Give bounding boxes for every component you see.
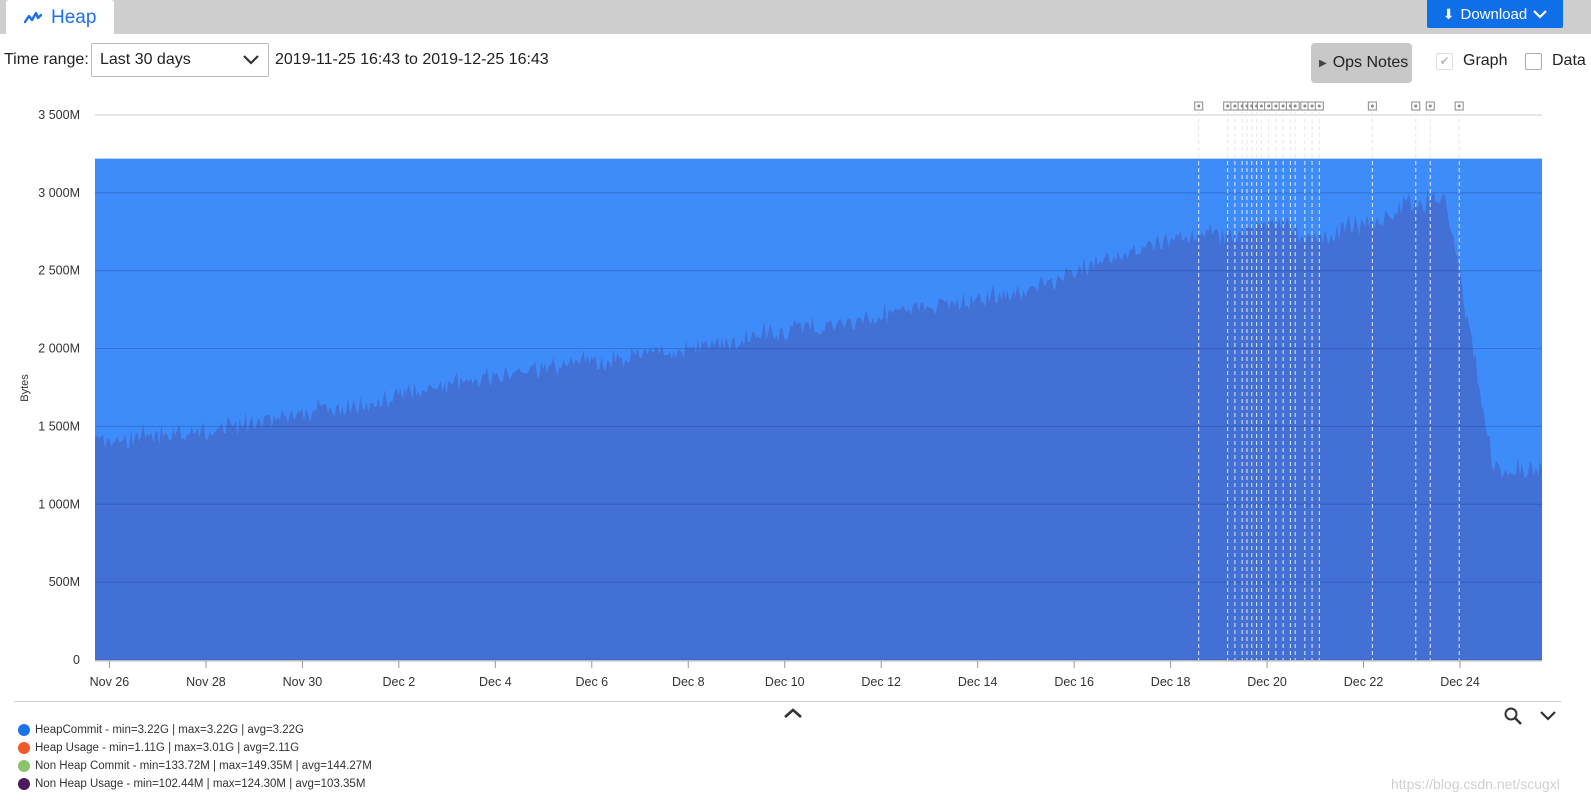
time-range-value: Last 30 days [100,51,191,68]
heap-chart[interactable]: 0 500M 1 000M 1 500M 2 000M 2 500M 3 000M 3 500… [0,92,1591,700]
tab-heap[interactable]: Heap [6,0,114,36]
x-tick-label: Dec 10 [765,675,805,689]
y-axis-label: Bytes [19,374,31,402]
legend-dot [18,742,30,754]
ops-note-dot [1226,104,1230,108]
ops-note-dot [1267,104,1271,108]
legend-dot [18,778,30,790]
graph-toggle[interactable]: ✔ Graph [1436,52,1507,70]
ops-note-dot [1414,104,1418,108]
legend-label: Non Heap Commit - min=133.72M | max=149.… [35,760,372,772]
x-tick-label: Dec 6 [575,675,608,689]
activity-icon [24,11,42,24]
ops-note-dot [1274,104,1278,108]
x-tick-label: Nov 26 [90,675,130,689]
legend-item[interactable]: Non Heap Commit - min=133.72M | max=149.… [18,757,372,775]
x-tick-label: Dec 8 [672,675,705,689]
graph-label: Graph [1463,52,1508,69]
y-tick-label: 3 000M [38,186,80,200]
chevron-up-icon[interactable] [782,706,804,720]
ops-note-dot [1197,104,1201,108]
y-tick-label: 0 [73,653,80,667]
x-tick-label: Dec 18 [1151,675,1191,689]
x-tick-label: Dec 22 [1344,675,1384,689]
ops-note-dot [1233,104,1237,108]
ops-notes-label: Ops Notes [1332,54,1409,71]
caret-right-icon: ▶ [1319,57,1327,69]
download-arrow-icon: ⬇ [1442,5,1455,22]
y-tick-label: 2 500M [38,264,80,278]
data-toggle[interactable]: Data [1525,52,1586,70]
legend-dot [18,760,30,772]
ops-note-dot [1317,104,1321,108]
watermark: https://blog.csdn.net/scugxl [1391,776,1560,792]
x-tick-label: Nov 28 [186,675,226,689]
ops-note-dot [1370,104,1374,108]
chevron-down-icon [1533,9,1547,19]
legend-item[interactable]: HeapCommit - min=3.22G | max=3.22G | avg… [18,721,372,739]
y-tick-label: 1 000M [38,497,80,511]
x-tick-label: Dec 12 [861,675,901,689]
chevron-down-icon[interactable] [1539,710,1557,722]
chevron-down-icon [243,55,259,65]
search-icon[interactable] [1503,706,1523,726]
ops-note-dot [1310,104,1314,108]
x-tick-label: Dec 20 [1247,675,1287,689]
ops-note-dot [1428,104,1432,108]
data-checkbox[interactable] [1525,52,1542,70]
divider [14,701,1561,702]
legend-label: HeapCommit - min=3.22G | max=3.22G | avg… [35,724,305,736]
y-tick-label: 1 500M [38,419,80,433]
ops-note-dot [1303,104,1307,108]
data-label: Data [1552,52,1586,69]
legend-label: Non Heap Usage - min=102.44M | max=124.3… [35,778,366,790]
ops-note-dot [1259,104,1263,108]
time-range-select[interactable]: Last 30 days [91,43,269,77]
x-tick-label: Dec 2 [383,675,416,689]
ops-notes-button[interactable]: ▶ Ops Notes [1311,43,1412,83]
ops-note-dot [1457,104,1461,108]
ops-note-dot [1293,104,1297,108]
y-tick-label: 2 000M [38,342,80,356]
x-tick-label: Nov 30 [283,675,323,689]
x-tick-label: Dec 24 [1440,675,1480,689]
x-tick-label: Dec 4 [479,675,512,689]
tab-title: Heap [51,7,97,28]
y-tick-label: 500M [49,575,80,589]
x-tick-label: Dec 14 [958,675,998,689]
download-button[interactable]: ⬇ Download [1427,0,1563,28]
graph-checkbox[interactable]: ✔ [1436,52,1453,70]
y-tick-label: 3 500M [38,108,80,122]
download-label: Download [1460,5,1528,23]
legend-item[interactable]: Heap Usage - min=1.11G | max=3.01G | avg… [18,739,372,757]
x-tick-label: Dec 16 [1054,675,1094,689]
time-range-label: Time range: [4,51,89,68]
ops-note-dot [1281,104,1285,108]
time-range-text: 2019-11-25 16:43 to 2019-12-25 16:43 [275,51,549,68]
top-bar [0,0,1591,34]
legend-dot [18,724,30,736]
legend-item[interactable]: Non Heap Usage - min=102.44M | max=124.3… [18,775,372,793]
legend-label: Heap Usage - min=1.11G | max=3.01G | avg… [35,742,300,754]
legend: HeapCommit - min=3.22G | max=3.22G | avg… [18,721,372,793]
